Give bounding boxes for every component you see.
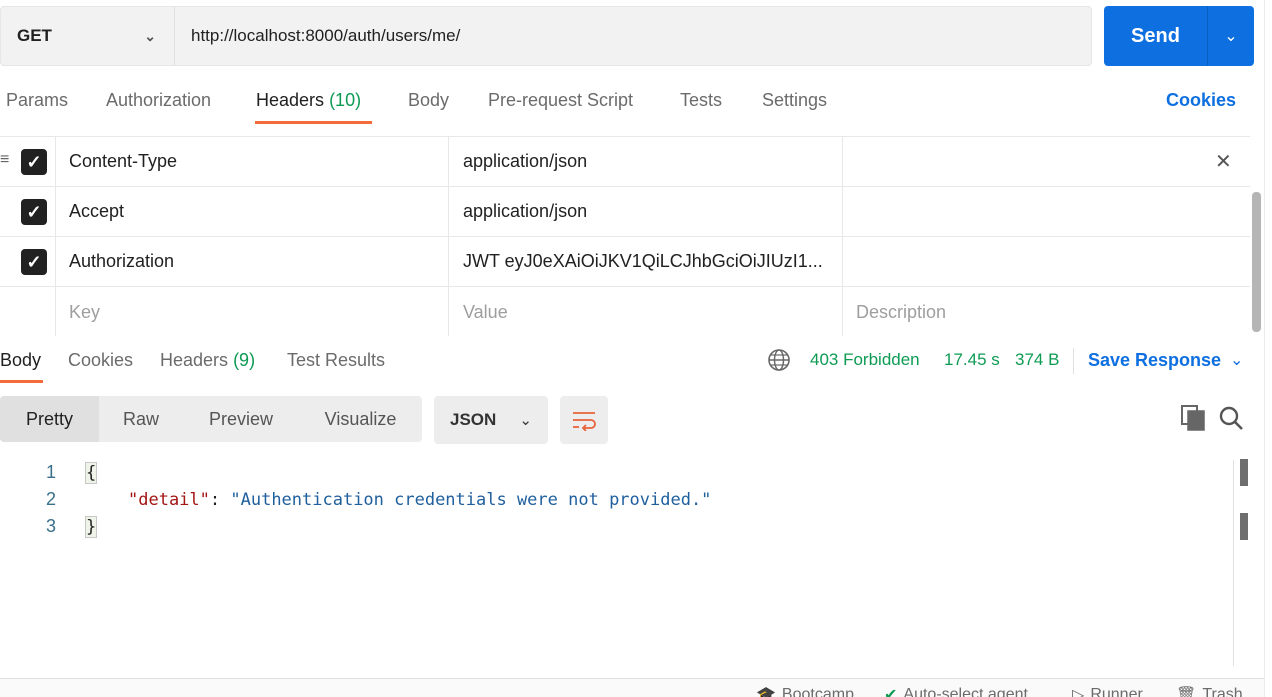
cookies-link[interactable]: Cookies — [1166, 90, 1236, 111]
headers-table: ≡ ✓ Content-Type application/json ✕ ✓ Ac… — [0, 136, 1250, 336]
send-button[interactable]: Send ⌄ — [1104, 6, 1254, 66]
key-input[interactable]: Key — [69, 287, 100, 337]
scrollbar-marker — [1240, 459, 1248, 486]
method-label: GET — [17, 26, 52, 45]
chevron-down-icon: ⌄ — [144, 27, 156, 44]
tab-body[interactable]: Body — [408, 90, 449, 111]
auto-select-agent-label: Auto-select agent — [903, 686, 1028, 697]
header-row: ✓ Authorization JWT eyJ0eXAiOiJKV1QiLCJh… — [0, 237, 1250, 287]
trash-label: Trash — [1202, 686, 1243, 697]
check-circle-icon: ✔ — [884, 687, 898, 697]
tab-headers-count: (10) — [329, 90, 362, 110]
request-tabs: Params Authorization Headers (10) Body P… — [0, 88, 1252, 128]
tab-response-headers-label: Headers — [160, 350, 229, 370]
tab-headers[interactable]: Headers (10) — [256, 90, 361, 111]
tab-response-headers[interactable]: Headers (9) — [160, 350, 255, 371]
tab-pre-request-script[interactable]: Pre-request Script — [488, 90, 633, 111]
open-brace: { — [84, 462, 98, 484]
close-icon[interactable]: ✕ — [1215, 149, 1232, 174]
bootcamp-label: Bootcamp — [781, 686, 854, 697]
view-preview[interactable]: Preview — [183, 396, 299, 442]
json-key: "detail" — [128, 490, 210, 510]
tab-settings[interactable]: Settings — [762, 90, 827, 111]
header-checkbox[interactable]: ✓ — [21, 149, 47, 175]
search-icon[interactable] — [1218, 405, 1244, 431]
code-line: { — [84, 462, 98, 484]
status-code[interactable]: 403 Forbidden — [810, 350, 920, 370]
trash-link[interactable]: 🗑 Trash — [1176, 685, 1243, 697]
value-input[interactable]: Value — [463, 287, 508, 337]
json-colon: : — [209, 490, 231, 510]
view-visualize[interactable]: Visualize — [299, 396, 422, 442]
header-checkbox[interactable]: ✓ — [21, 249, 47, 275]
header-row-new: Key Value Description — [0, 287, 1250, 337]
bootcamp-link[interactable]: 🎓 Bootcamp — [756, 685, 854, 697]
code-line: } — [84, 516, 98, 538]
tab-response-cookies[interactable]: Cookies — [68, 350, 133, 371]
globe-icon[interactable] — [767, 348, 791, 372]
code-line: "detail": "Authentication credentials we… — [128, 490, 711, 510]
close-brace: } — [84, 516, 98, 538]
view-pretty[interactable]: Pretty — [0, 396, 99, 442]
request-bar: GET ⌄ http://localhost:8000/auth/users/m… — [0, 6, 1092, 66]
line-number: 1 — [45, 462, 56, 482]
window-edge — [1264, 0, 1272, 697]
runner-icon: ▷ — [1072, 687, 1085, 697]
scrollbar-marker — [1240, 513, 1248, 540]
divider — [1073, 348, 1074, 374]
header-value[interactable]: application/json — [463, 137, 587, 186]
chevron-down-icon[interactable]: ⌄ — [1230, 350, 1243, 370]
editor-scroll-gutter — [1233, 460, 1234, 666]
response-tabs: Body Cookies Headers (9) Test Results 40… — [0, 348, 1260, 384]
headers-scrollbar[interactable] — [1252, 192, 1261, 332]
wrap-lines-icon — [573, 412, 596, 431]
header-key[interactable]: Content-Type — [69, 137, 177, 186]
tab-params[interactable]: Params — [6, 90, 68, 111]
format-label: JSON — [450, 410, 497, 429]
view-raw[interactable]: Raw — [99, 396, 183, 442]
wrap-lines-button[interactable] — [560, 396, 608, 444]
response-body-editor[interactable]: 1 2 3 { "detail": "Authentication creden… — [0, 460, 1232, 670]
active-tab-indicator — [0, 380, 43, 383]
description-input[interactable]: Description — [856, 287, 946, 337]
view-mode-selector: Pretty Raw Preview Visualize — [0, 396, 422, 442]
tab-response-body[interactable]: Body — [0, 350, 41, 371]
header-key[interactable]: Authorization — [69, 237, 174, 286]
format-select[interactable]: JSON ⌄ — [434, 396, 548, 444]
bootcamp-icon: 🎓 — [756, 687, 776, 697]
tab-test-results[interactable]: Test Results — [287, 350, 385, 371]
header-value[interactable]: application/json — [463, 187, 587, 236]
header-row: ≡ ✓ Content-Type application/json ✕ — [0, 137, 1250, 187]
copy-icon[interactable] — [1181, 405, 1205, 431]
json-value: "Authentication credentials were not pro… — [230, 490, 712, 510]
chevron-down-icon[interactable]: ⌄ — [1208, 26, 1254, 46]
runner-label: Runner — [1090, 686, 1143, 697]
response-size[interactable]: 374 B — [1015, 350, 1059, 370]
drag-handle-icon[interactable]: ≡ — [0, 151, 9, 169]
status-bar: 🎓 Bootcamp ✔ Auto-select agent ▷ Runner … — [0, 678, 1272, 697]
line-number: 3 — [45, 516, 56, 536]
method-select[interactable]: GET ⌄ — [1, 7, 175, 65]
tab-tests[interactable]: Tests — [680, 90, 722, 111]
chevron-down-icon: ⌄ — [519, 412, 532, 429]
header-row: ✓ Accept application/json — [0, 187, 1250, 237]
runner-link[interactable]: ▷ Runner — [1072, 685, 1143, 697]
tab-authorization[interactable]: Authorization — [106, 90, 211, 111]
response-time[interactable]: 17.45 s — [944, 350, 1000, 370]
tab-headers-label: Headers — [256, 90, 325, 110]
header-key[interactable]: Accept — [69, 187, 124, 236]
trash-icon: 🗑 — [1176, 687, 1197, 697]
auto-select-agent[interactable]: ✔ Auto-select agent — [884, 685, 1028, 697]
send-label: Send — [1131, 24, 1180, 47]
line-number: 2 — [45, 489, 56, 509]
header-value[interactable]: JWT eyJ0eXAiOiJKV1QiLCJhbGciOiJIUzI1... — [463, 237, 833, 286]
tab-response-headers-count: (9) — [233, 350, 256, 370]
active-tab-indicator — [255, 121, 372, 124]
header-checkbox[interactable]: ✓ — [21, 199, 47, 225]
save-response-button[interactable]: Save Response — [1088, 350, 1221, 371]
url-input[interactable]: http://localhost:8000/auth/users/me/ — [175, 26, 460, 46]
